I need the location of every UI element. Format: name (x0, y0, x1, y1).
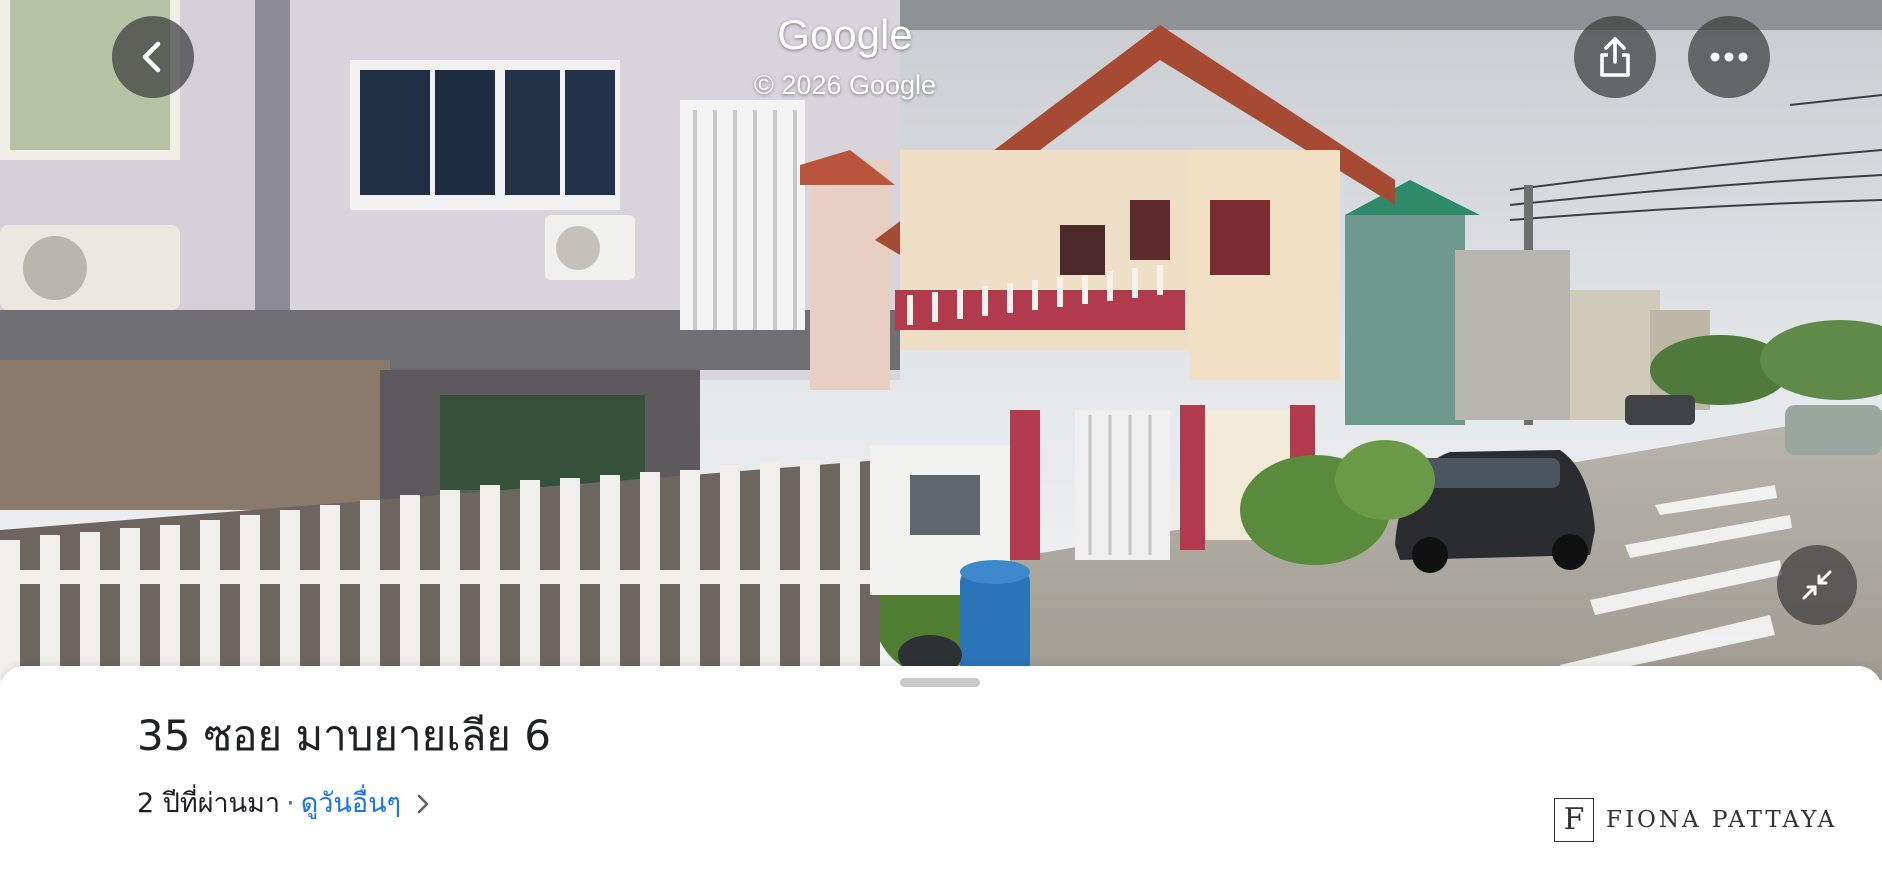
place-info-sheet: 35 ซอย มาบยายเลีย 6 2 ปีที่ผ่านมา · ดูวั… (0, 666, 1882, 870)
more-horizontal-icon (1710, 52, 1748, 62)
street-view-screen: Google © 2026 Google 35 ซอย มาบยายเลีย 6… (0, 0, 1882, 870)
street-view-panorama[interactable] (0, 0, 1882, 680)
watermark: F FIONA PATTAYA (1554, 798, 1837, 842)
imagery-date-row: 2 ปีที่ผ่านมา · ดูวันอื่นๆ (137, 784, 431, 824)
see-other-dates-link[interactable]: ดูวันอื่นๆ (301, 784, 401, 824)
collapse-view-button[interactable] (1777, 545, 1857, 625)
watermark-logo: F (1554, 798, 1594, 842)
place-address: 35 ซอย มาบยายเลีย 6 (137, 711, 551, 760)
share-button[interactable] (1574, 16, 1656, 98)
collapse-arrows-icon (1802, 570, 1832, 600)
imagery-age: 2 ปีที่ผ่านมา (137, 788, 281, 819)
more-options-button[interactable] (1688, 16, 1770, 98)
chevron-left-icon (142, 41, 161, 73)
chevron-right-icon[interactable] (415, 793, 431, 815)
watermark-text: FIONA PATTAYA (1606, 807, 1838, 833)
back-button[interactable] (112, 16, 194, 98)
share-icon (1600, 37, 1630, 77)
drag-handle[interactable] (900, 678, 980, 687)
separator-dot: · (286, 788, 295, 819)
